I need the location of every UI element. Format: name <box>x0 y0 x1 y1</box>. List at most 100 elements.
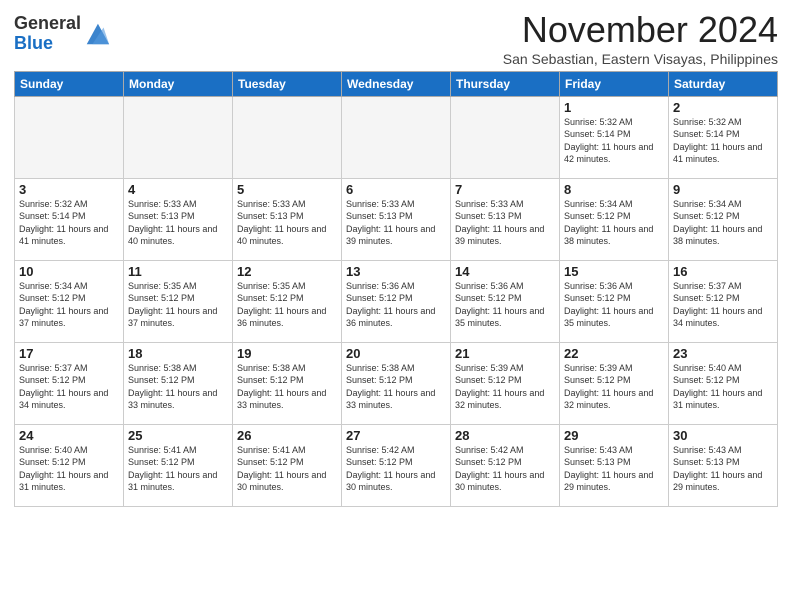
weekday-header-saturday: Saturday <box>669 71 778 96</box>
day-number: 9 <box>673 182 773 197</box>
day-info: Sunrise: 5:36 AMSunset: 5:12 PMDaylight:… <box>455 280 555 330</box>
day-info: Sunrise: 5:34 AMSunset: 5:12 PMDaylight:… <box>673 198 773 248</box>
calendar-week-2: 3 Sunrise: 5:32 AMSunset: 5:14 PMDayligh… <box>15 178 778 260</box>
day-number: 2 <box>673 100 773 115</box>
day-number: 23 <box>673 346 773 361</box>
calendar-cell: 2 Sunrise: 5:32 AMSunset: 5:14 PMDayligh… <box>669 96 778 178</box>
logo-blue: Blue <box>14 33 53 53</box>
day-info: Sunrise: 5:38 AMSunset: 5:12 PMDaylight:… <box>346 362 446 412</box>
day-info: Sunrise: 5:32 AMSunset: 5:14 PMDaylight:… <box>564 116 664 166</box>
logo-text: General Blue <box>14 14 81 54</box>
day-number: 27 <box>346 428 446 443</box>
weekday-header-tuesday: Tuesday <box>233 71 342 96</box>
day-info: Sunrise: 5:41 AMSunset: 5:12 PMDaylight:… <box>237 444 337 494</box>
calendar-cell: 12 Sunrise: 5:35 AMSunset: 5:12 PMDaylig… <box>233 260 342 342</box>
day-number: 15 <box>564 264 664 279</box>
weekday-header-monday: Monday <box>124 71 233 96</box>
calendar-cell: 29 Sunrise: 5:43 AMSunset: 5:13 PMDaylig… <box>560 424 669 506</box>
location: San Sebastian, Eastern Visayas, Philippi… <box>503 51 778 67</box>
logo-general: General <box>14 13 81 33</box>
day-info: Sunrise: 5:33 AMSunset: 5:13 PMDaylight:… <box>455 198 555 248</box>
day-info: Sunrise: 5:33 AMSunset: 5:13 PMDaylight:… <box>346 198 446 248</box>
calendar-cell <box>342 96 451 178</box>
calendar-week-5: 24 Sunrise: 5:40 AMSunset: 5:12 PMDaylig… <box>15 424 778 506</box>
calendar-cell: 23 Sunrise: 5:40 AMSunset: 5:12 PMDaylig… <box>669 342 778 424</box>
calendar-cell: 27 Sunrise: 5:42 AMSunset: 5:12 PMDaylig… <box>342 424 451 506</box>
logo: General Blue <box>14 14 111 54</box>
day-info: Sunrise: 5:40 AMSunset: 5:12 PMDaylight:… <box>673 362 773 412</box>
day-number: 8 <box>564 182 664 197</box>
day-info: Sunrise: 5:41 AMSunset: 5:12 PMDaylight:… <box>128 444 228 494</box>
day-number: 30 <box>673 428 773 443</box>
calendar-cell: 14 Sunrise: 5:36 AMSunset: 5:12 PMDaylig… <box>451 260 560 342</box>
weekday-header-sunday: Sunday <box>15 71 124 96</box>
calendar-cell <box>124 96 233 178</box>
day-info: Sunrise: 5:39 AMSunset: 5:12 PMDaylight:… <box>564 362 664 412</box>
day-info: Sunrise: 5:43 AMSunset: 5:13 PMDaylight:… <box>564 444 664 494</box>
day-info: Sunrise: 5:35 AMSunset: 5:12 PMDaylight:… <box>237 280 337 330</box>
day-info: Sunrise: 5:37 AMSunset: 5:12 PMDaylight:… <box>673 280 773 330</box>
day-number: 7 <box>455 182 555 197</box>
day-number: 18 <box>128 346 228 361</box>
day-number: 20 <box>346 346 446 361</box>
day-info: Sunrise: 5:37 AMSunset: 5:12 PMDaylight:… <box>19 362 119 412</box>
day-number: 10 <box>19 264 119 279</box>
day-info: Sunrise: 5:33 AMSunset: 5:13 PMDaylight:… <box>237 198 337 248</box>
calendar-cell: 4 Sunrise: 5:33 AMSunset: 5:13 PMDayligh… <box>124 178 233 260</box>
calendar-cell: 22 Sunrise: 5:39 AMSunset: 5:12 PMDaylig… <box>560 342 669 424</box>
calendar-cell: 28 Sunrise: 5:42 AMSunset: 5:12 PMDaylig… <box>451 424 560 506</box>
day-number: 12 <box>237 264 337 279</box>
day-number: 29 <box>564 428 664 443</box>
day-info: Sunrise: 5:38 AMSunset: 5:12 PMDaylight:… <box>128 362 228 412</box>
calendar-cell: 9 Sunrise: 5:34 AMSunset: 5:12 PMDayligh… <box>669 178 778 260</box>
title-block: November 2024 San Sebastian, Eastern Vis… <box>503 10 778 67</box>
day-info: Sunrise: 5:33 AMSunset: 5:13 PMDaylight:… <box>128 198 228 248</box>
day-info: Sunrise: 5:40 AMSunset: 5:12 PMDaylight:… <box>19 444 119 494</box>
calendar-cell <box>15 96 124 178</box>
day-number: 3 <box>19 182 119 197</box>
day-number: 25 <box>128 428 228 443</box>
day-number: 4 <box>128 182 228 197</box>
day-number: 22 <box>564 346 664 361</box>
day-info: Sunrise: 5:34 AMSunset: 5:12 PMDaylight:… <box>564 198 664 248</box>
header: General Blue November 2024 San Sebastian… <box>14 10 778 67</box>
calendar-cell: 18 Sunrise: 5:38 AMSunset: 5:12 PMDaylig… <box>124 342 233 424</box>
day-info: Sunrise: 5:39 AMSunset: 5:12 PMDaylight:… <box>455 362 555 412</box>
calendar-cell: 15 Sunrise: 5:36 AMSunset: 5:12 PMDaylig… <box>560 260 669 342</box>
day-info: Sunrise: 5:42 AMSunset: 5:12 PMDaylight:… <box>346 444 446 494</box>
calendar-table: SundayMondayTuesdayWednesdayThursdayFrid… <box>14 71 778 507</box>
day-info: Sunrise: 5:36 AMSunset: 5:12 PMDaylight:… <box>564 280 664 330</box>
day-number: 26 <box>237 428 337 443</box>
calendar-week-4: 17 Sunrise: 5:37 AMSunset: 5:12 PMDaylig… <box>15 342 778 424</box>
calendar-cell: 17 Sunrise: 5:37 AMSunset: 5:12 PMDaylig… <box>15 342 124 424</box>
day-number: 11 <box>128 264 228 279</box>
calendar-cell: 30 Sunrise: 5:43 AMSunset: 5:13 PMDaylig… <box>669 424 778 506</box>
day-number: 13 <box>346 264 446 279</box>
calendar-cell: 13 Sunrise: 5:36 AMSunset: 5:12 PMDaylig… <box>342 260 451 342</box>
day-info: Sunrise: 5:42 AMSunset: 5:12 PMDaylight:… <box>455 444 555 494</box>
day-number: 19 <box>237 346 337 361</box>
calendar-cell: 6 Sunrise: 5:33 AMSunset: 5:13 PMDayligh… <box>342 178 451 260</box>
day-number: 24 <box>19 428 119 443</box>
day-info: Sunrise: 5:36 AMSunset: 5:12 PMDaylight:… <box>346 280 446 330</box>
day-number: 5 <box>237 182 337 197</box>
day-number: 14 <box>455 264 555 279</box>
day-info: Sunrise: 5:32 AMSunset: 5:14 PMDaylight:… <box>673 116 773 166</box>
day-info: Sunrise: 5:38 AMSunset: 5:12 PMDaylight:… <box>237 362 337 412</box>
calendar-cell: 19 Sunrise: 5:38 AMSunset: 5:12 PMDaylig… <box>233 342 342 424</box>
day-info: Sunrise: 5:32 AMSunset: 5:14 PMDaylight:… <box>19 198 119 248</box>
weekday-header-thursday: Thursday <box>451 71 560 96</box>
calendar-cell: 21 Sunrise: 5:39 AMSunset: 5:12 PMDaylig… <box>451 342 560 424</box>
weekday-header-friday: Friday <box>560 71 669 96</box>
day-info: Sunrise: 5:34 AMSunset: 5:12 PMDaylight:… <box>19 280 119 330</box>
calendar-cell: 3 Sunrise: 5:32 AMSunset: 5:14 PMDayligh… <box>15 178 124 260</box>
calendar-cell: 7 Sunrise: 5:33 AMSunset: 5:13 PMDayligh… <box>451 178 560 260</box>
weekday-header-wednesday: Wednesday <box>342 71 451 96</box>
day-info: Sunrise: 5:35 AMSunset: 5:12 PMDaylight:… <box>128 280 228 330</box>
calendar-cell: 20 Sunrise: 5:38 AMSunset: 5:12 PMDaylig… <box>342 342 451 424</box>
month-title: November 2024 <box>503 10 778 50</box>
calendar-cell: 26 Sunrise: 5:41 AMSunset: 5:12 PMDaylig… <box>233 424 342 506</box>
day-number: 28 <box>455 428 555 443</box>
day-number: 1 <box>564 100 664 115</box>
calendar-week-1: 1 Sunrise: 5:32 AMSunset: 5:14 PMDayligh… <box>15 96 778 178</box>
